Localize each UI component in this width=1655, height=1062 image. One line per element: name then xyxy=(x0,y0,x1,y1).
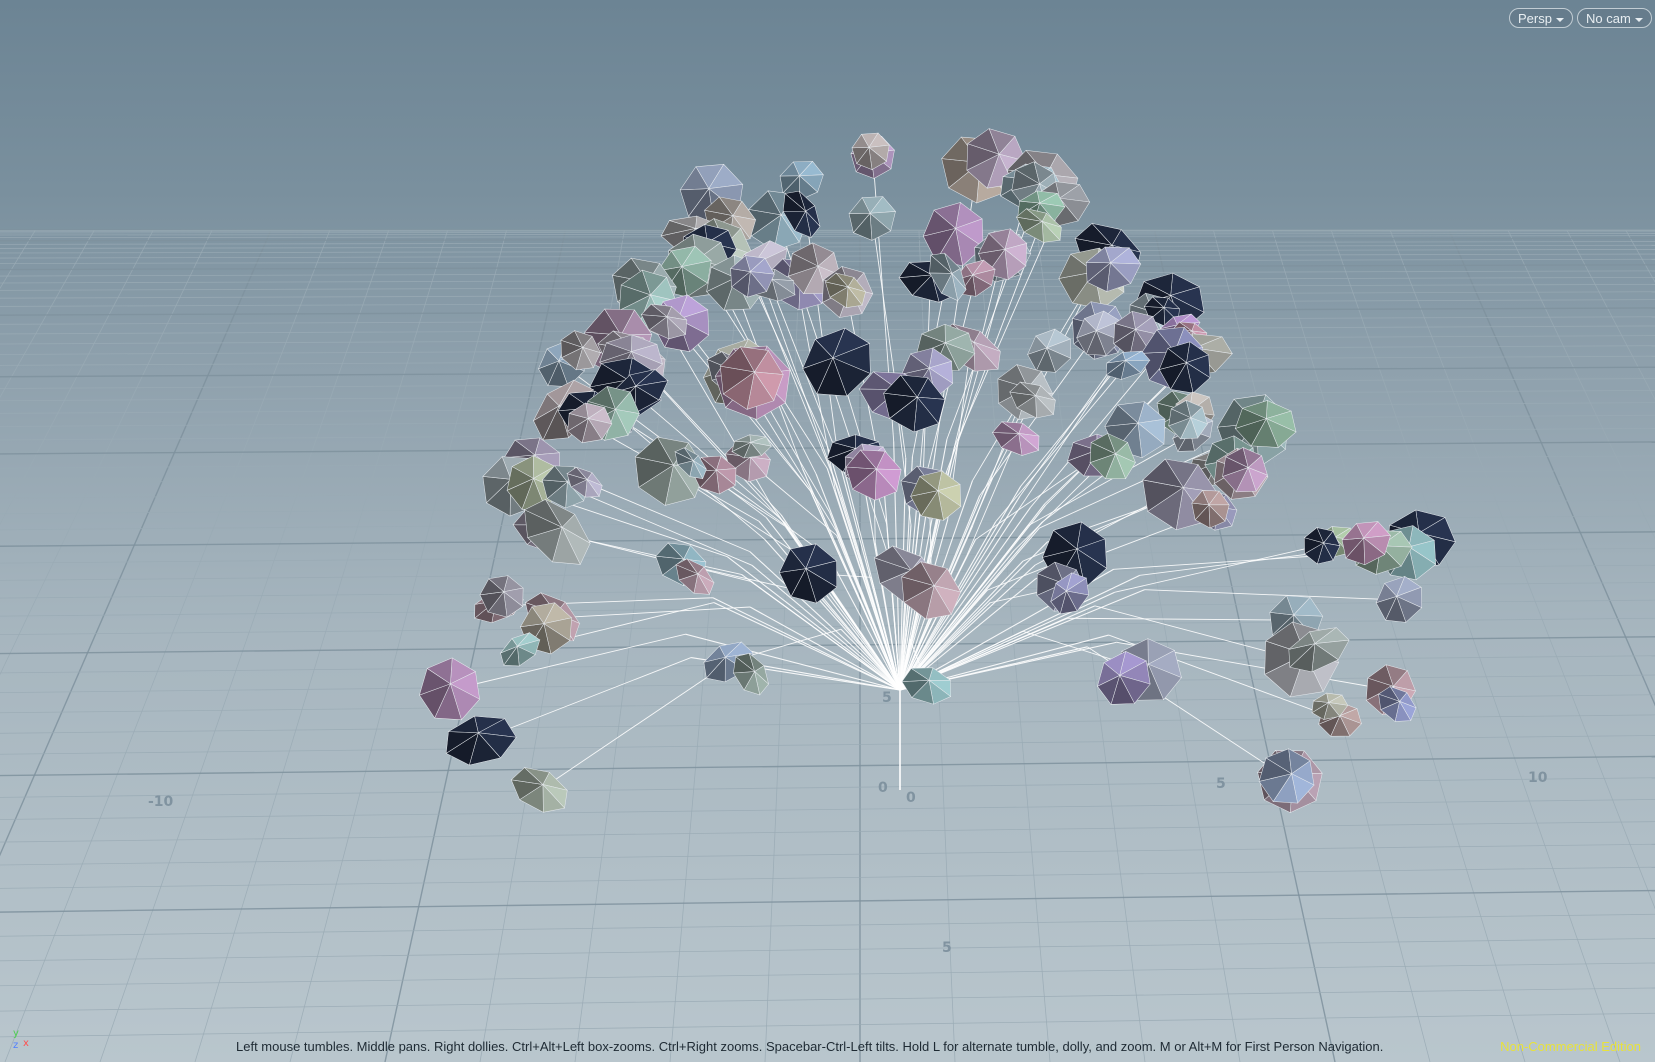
grid-line xyxy=(0,229,154,526)
grid-line xyxy=(0,235,1655,239)
grid-label-x-5: 5 xyxy=(1216,776,1226,792)
grid-line xyxy=(0,316,1655,325)
grid-line xyxy=(0,777,1655,798)
grid-line xyxy=(0,484,1655,499)
camera-label: No cam xyxy=(1586,11,1631,26)
leaf xyxy=(510,767,569,813)
grid-line xyxy=(0,755,1655,777)
branch xyxy=(1144,589,1401,601)
grid-line xyxy=(0,843,1655,866)
grid-line xyxy=(0,469,1655,484)
grid-label-z-0: 0 xyxy=(906,790,916,806)
3d-viewport[interactable]: -10 0 0 5 10 5 5 Persp No cam y z x Left… xyxy=(0,0,1655,1062)
grid-line xyxy=(0,735,1655,755)
grid-line xyxy=(0,938,1655,962)
grid-label-z-5-far: 5 xyxy=(882,690,892,706)
grid-line xyxy=(0,636,1655,655)
status-bar: Left mouse tumbles. Middle pans. Right d… xyxy=(0,1032,1655,1062)
scene-canvas[interactable]: -10 0 0 5 10 5 5 xyxy=(0,0,1655,1062)
perspective-menu-button[interactable]: Persp xyxy=(1509,8,1573,28)
chevron-down-icon xyxy=(1555,17,1564,22)
grid-line xyxy=(0,414,1655,427)
grid-label-x-0: 0 xyxy=(878,780,888,796)
leaves xyxy=(419,128,1456,813)
grid-line xyxy=(194,229,449,1062)
tree-model[interactable] xyxy=(418,116,1458,820)
grid-label-x-neg10: -10 xyxy=(148,794,174,810)
branch xyxy=(1067,617,1296,621)
grid-line xyxy=(0,307,1655,316)
grid-line xyxy=(1566,229,1655,401)
branch xyxy=(552,606,751,619)
grid-line xyxy=(0,962,1655,987)
chevron-down-icon xyxy=(1634,17,1643,22)
grid-line xyxy=(0,889,1655,913)
grid-line xyxy=(0,987,1655,1012)
perspective-label: Persp xyxy=(1518,11,1552,26)
grid-line xyxy=(0,231,1655,234)
branch xyxy=(965,437,1018,557)
grid-label-z-5-near: 5 xyxy=(942,940,952,956)
grid-line xyxy=(0,799,1655,820)
grid-line xyxy=(0,233,1655,236)
grid-line xyxy=(1448,229,1655,707)
edition-label: Non-Commercial Edition xyxy=(1500,1039,1641,1054)
leaf xyxy=(848,196,897,241)
grid-line xyxy=(0,237,1655,242)
grid-line xyxy=(0,229,213,676)
grid-line xyxy=(0,241,1655,245)
grid-line xyxy=(0,244,1655,249)
grid-line xyxy=(1330,229,1621,1062)
branch xyxy=(449,633,686,691)
navigation-hint-text: Left mouse tumbles. Middle pans. Right d… xyxy=(236,1039,1384,1054)
grid-line xyxy=(289,229,507,1062)
grid-line xyxy=(4,229,331,1062)
grid-label-x-10: 10 xyxy=(1528,770,1548,786)
grid-line xyxy=(0,402,1655,414)
grid-line xyxy=(1507,229,1655,540)
camera-menu-button[interactable]: No cam xyxy=(1577,8,1652,28)
grid-line xyxy=(0,229,95,398)
leaf xyxy=(419,657,481,721)
grid-line xyxy=(0,821,1655,843)
grid-line xyxy=(1389,229,1655,910)
grid-line xyxy=(0,913,1655,937)
grid-line xyxy=(0,325,1655,335)
grid-line xyxy=(99,229,390,1062)
grid-line xyxy=(0,866,1655,889)
grid-line xyxy=(0,229,272,857)
branch xyxy=(479,657,692,741)
